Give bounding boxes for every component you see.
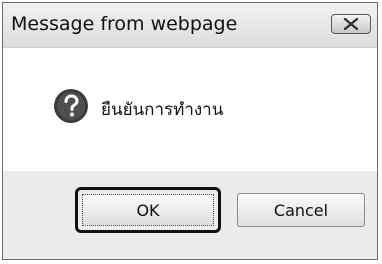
title-bar[interactable]: Message from webpage (3, 3, 377, 47)
dialog-title: Message from webpage (11, 13, 238, 35)
cancel-button[interactable]: Cancel (237, 193, 365, 227)
cancel-button-label: Cancel (273, 200, 329, 220)
ok-button[interactable]: OK (75, 187, 221, 233)
close-icon (343, 18, 359, 30)
message-text: ยืนยันการทำงาน (101, 100, 224, 120)
ok-button-face[interactable]: OK (82, 194, 214, 226)
ok-button-label: OK (136, 200, 160, 220)
message-dialog: Message from webpage ยืนยันการทำงาน OK C… (2, 2, 378, 260)
message-area: ยืนยันการทำงาน (3, 47, 377, 173)
close-button[interactable] (331, 14, 371, 34)
button-bar: OK Cancel (3, 171, 377, 259)
question-icon (54, 89, 88, 123)
